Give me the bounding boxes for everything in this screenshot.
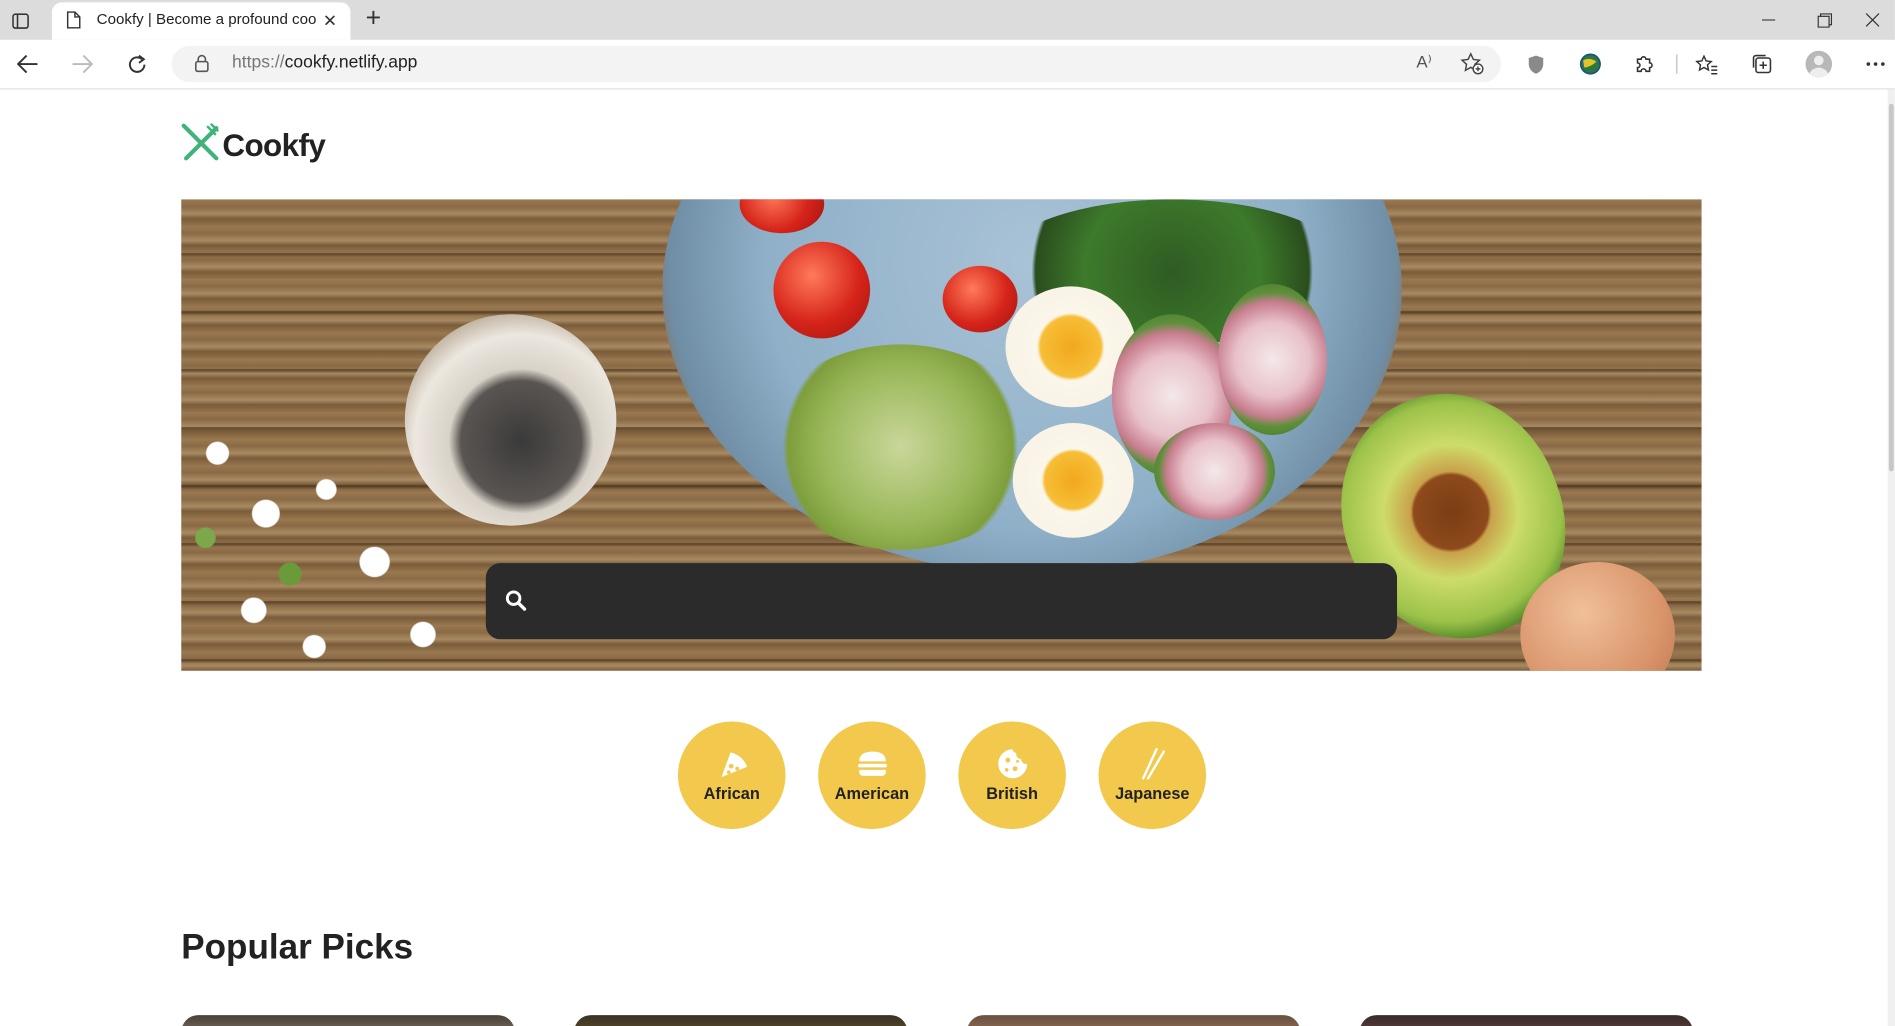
page-favicon-icon: [66, 11, 81, 35]
recipe-card-image[interactable]: [1359, 1015, 1694, 1026]
shield-icon[interactable]: [1523, 51, 1550, 78]
browser-tab-bar: Cookfy | Become a profound coo ✕ +: [0, 0, 1895, 40]
collections-icon[interactable]: [1749, 51, 1776, 78]
recipe-card-image[interactable]: [966, 1015, 1301, 1026]
search-icon[interactable]: [505, 590, 527, 618]
extensions-puzzle-icon[interactable]: [1631, 51, 1658, 78]
tomato: [773, 241, 871, 339]
profile-avatar[interactable]: [1805, 50, 1833, 78]
add-favorite-icon[interactable]: [1460, 52, 1484, 81]
recipe-search-bar[interactable]: [485, 563, 1398, 640]
tomato-slice: [942, 265, 1018, 333]
favorites-icon[interactable]: [1693, 51, 1720, 78]
cuisine-japanese[interactable]: Japanese: [1098, 721, 1207, 830]
pepper-bowl: [404, 314, 617, 526]
url-host: cookfy.netlify.app: [284, 53, 418, 73]
back-icon[interactable]: [10, 47, 46, 81]
new-tab-icon[interactable]: +: [359, 4, 388, 34]
read-aloud-icon[interactable]: A⁾: [1416, 52, 1431, 73]
cuisine-label: British: [986, 784, 1038, 803]
restore-icon[interactable]: [1797, 0, 1853, 40]
search-input[interactable]: [546, 577, 1385, 629]
radish-slice: [1218, 283, 1327, 436]
cuisine-label: American: [834, 784, 910, 803]
tab-title: Cookfy | Become a profound coo: [96, 10, 317, 28]
lock-icon[interactable]: [194, 54, 210, 78]
url-protocol: https://: [232, 53, 285, 73]
tab-close-icon[interactable]: ✕: [320, 11, 339, 32]
burger-icon: [854, 747, 890, 781]
cuisine-list: African American British Japanese: [677, 721, 1207, 830]
site-logo[interactable]: Cookfy: [181, 123, 326, 167]
chopsticks-icon: [1134, 747, 1170, 781]
cuisine-african[interactable]: African: [677, 721, 786, 830]
extension-globe-icon[interactable]: [1577, 51, 1604, 78]
forward-icon: [64, 47, 100, 81]
crossed-utensils-icon: [181, 123, 219, 167]
scrollbar-thumb[interactable]: [1888, 103, 1894, 472]
reload-icon[interactable]: [118, 47, 154, 81]
url-text[interactable]: https://cookfy.netlify.app: [232, 53, 417, 72]
recipe-card-image[interactable]: [574, 1015, 908, 1026]
toolbar-separator: [1676, 54, 1678, 74]
browser-tab-active[interactable]: Cookfy | Become a profound coo ✕: [51, 2, 351, 40]
radish-slice: [1154, 422, 1275, 520]
cuisine-label: Japanese: [1115, 784, 1190, 803]
minimize-icon[interactable]: [1740, 0, 1796, 40]
browser-toolbar: https://cookfy.netlify.app A⁾: [0, 39, 1895, 90]
brand-name: Cookfy: [222, 126, 326, 163]
more-options-icon[interactable]: [1862, 51, 1889, 78]
pizza-icon: [714, 747, 750, 781]
cuisine-british[interactable]: British: [958, 721, 1066, 830]
cuisine-american[interactable]: American: [818, 721, 926, 830]
recipe-card-image[interactable]: [181, 1015, 515, 1026]
cookie-icon: [994, 747, 1030, 781]
boiled-egg: [1012, 422, 1134, 538]
address-bar[interactable]: https://cookfy.netlify.app A⁾: [171, 45, 1501, 83]
zucchini-noodles: [761, 344, 1040, 550]
cuisine-label: African: [703, 784, 760, 803]
window-close-icon[interactable]: [1849, 0, 1895, 40]
popular-picks-heading: Popular Picks: [181, 928, 414, 967]
tab-actions-icon[interactable]: [7, 8, 34, 32]
